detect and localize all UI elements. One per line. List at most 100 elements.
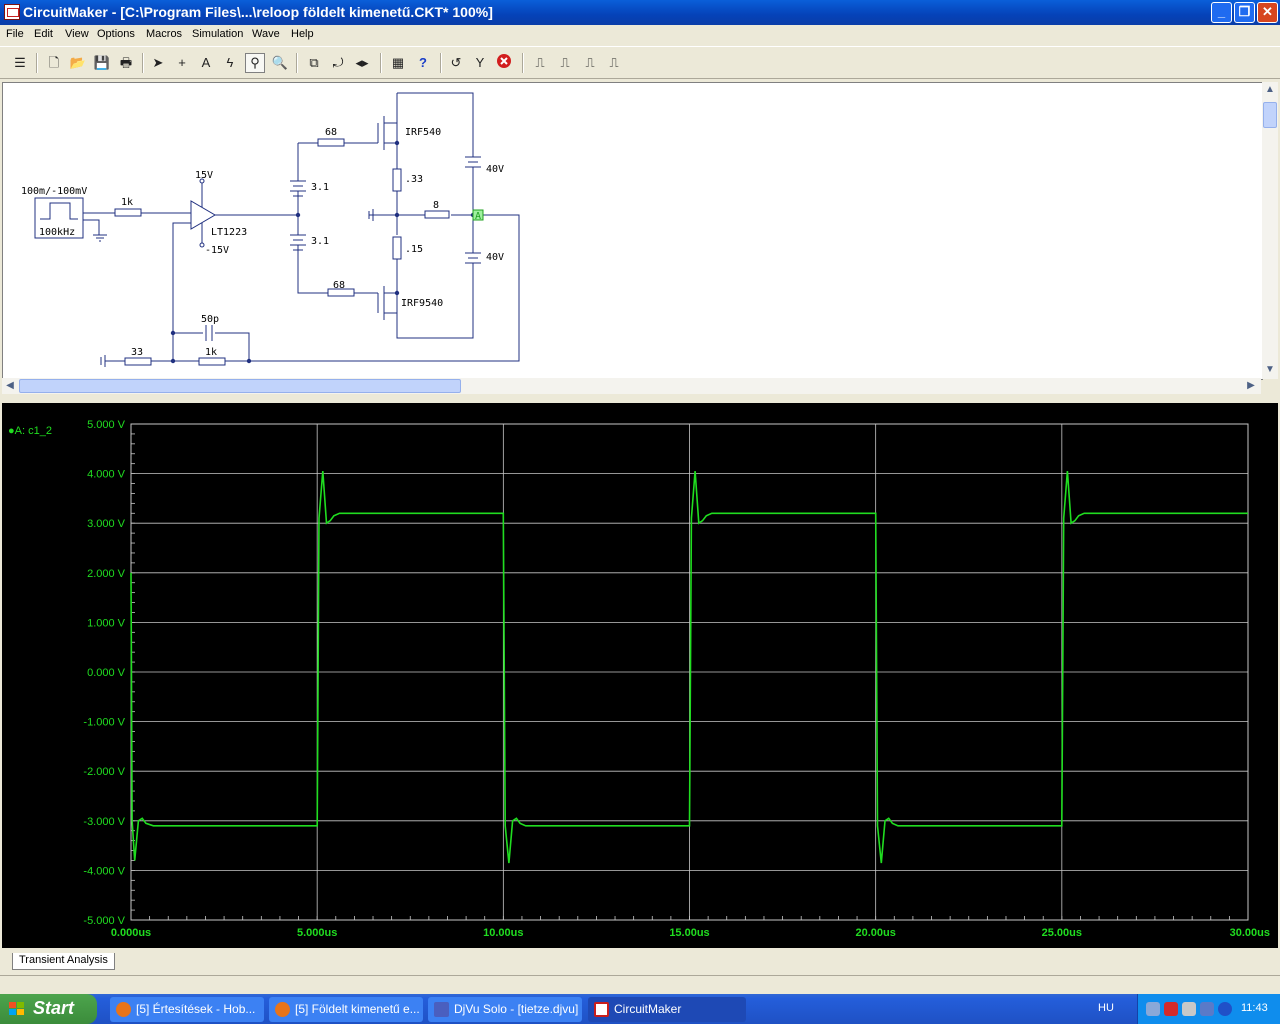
mirror-icon[interactable]: ◂▸ (352, 53, 372, 73)
waveform-window[interactable]: ●A: c1_2 5.000 V 4.000 V 3.000 V 2.000 V 1.0… (2, 403, 1278, 948)
menu-wave[interactable]: Wave (252, 28, 280, 40)
r-in-label: 1k (121, 197, 133, 208)
status-bar (0, 975, 1280, 995)
menu-macros[interactable]: Macros (146, 28, 182, 40)
bluetooth-icon[interactable] (1218, 1002, 1232, 1016)
mosfet-top-label: IRF540 (405, 127, 441, 138)
zoom-window-icon[interactable]: ⧉ (304, 53, 324, 73)
wire-tool-icon[interactable]: + (172, 53, 192, 73)
horizontal-scrollbar[interactable]: ◀ ▶ (2, 378, 1261, 394)
language-indicator[interactable]: HU (1098, 1002, 1114, 1014)
waveform-split-icon[interactable]: ⎍ (604, 53, 624, 73)
toolbar-separator (36, 53, 38, 73)
clock: 11:43 (1241, 1002, 1268, 1014)
print-icon[interactable]: 🖶 (116, 53, 136, 73)
text-tool-icon[interactable]: A (196, 53, 216, 73)
x-tick-label: 25.00us (1042, 927, 1082, 939)
lightning-icon[interactable]: ϟ (220, 53, 240, 73)
opamp-label: LT1223 (211, 227, 247, 238)
resistor-gate-top (317, 138, 345, 147)
r-gnd-label: 33 (131, 347, 143, 358)
start-button[interactable]: Start (0, 994, 97, 1024)
supply-bot-label: 40V (486, 252, 504, 263)
network-icon[interactable] (1146, 1002, 1160, 1016)
probe-tool-icon[interactable]: ⚲ (245, 53, 265, 73)
supply-bottom (465, 252, 481, 264)
menu-help[interactable]: Help (291, 28, 314, 40)
new-file-icon[interactable]: 🗋 (44, 53, 64, 73)
vneg-label: -15V (205, 245, 229, 256)
scroll-right-icon[interactable]: ▶ (1243, 378, 1259, 394)
bat-bot-label: 3.1 (311, 236, 329, 247)
menu-file[interactable]: File (6, 28, 24, 40)
title-bar: CircuitMaker - [C:\Program Files\...\rel… (0, 0, 1280, 25)
y-tick-label: 4.000 V (87, 469, 126, 481)
y-tick-label: 5.000 V (87, 419, 126, 431)
waveform-multi-icon[interactable]: ⎍ (580, 53, 600, 73)
open-folder-icon[interactable]: 📂 (68, 53, 88, 73)
tab-transient-analysis[interactable]: Transient Analysis (12, 953, 115, 970)
save-disk-icon[interactable]: 💾 (92, 53, 112, 73)
resistor-load (424, 210, 450, 219)
schematic-canvas[interactable]: 100m/-100mV 100kHz 1k 15V -15V LT1223 68… (2, 82, 1263, 380)
probe-y-icon[interactable]: Y (470, 53, 490, 73)
stop-icon[interactable] (494, 53, 514, 73)
vpos-label: 15V (195, 170, 213, 181)
menu-view[interactable]: View (65, 28, 89, 40)
minimize-button[interactable]: _ (1211, 2, 1232, 23)
wire (125, 332, 249, 362)
resistor-fb (198, 357, 226, 366)
firefox-icon (116, 1002, 131, 1017)
analysis-setup-icon[interactable]: ⎍ (530, 53, 550, 73)
reset-icon[interactable]: ↺ (446, 53, 466, 73)
netlist-icon[interactable]: ▦ (388, 53, 408, 73)
scroll-left-icon[interactable]: ◀ (2, 378, 18, 394)
tray-app-icon[interactable] (1200, 1002, 1214, 1016)
app-icon[interactable] (4, 4, 20, 20)
x-tick-label: 5.000us (297, 927, 337, 939)
window-title: CircuitMaker - [C:\Program Files\...\rel… (23, 4, 493, 20)
zoom-icon[interactable]: 🔍 (270, 53, 290, 73)
security-shield-icon[interactable] (1164, 1002, 1178, 1016)
menu-simulation[interactable]: Simulation (192, 28, 243, 40)
volume-icon[interactable] (1182, 1002, 1196, 1016)
help-icon[interactable]: ? (413, 53, 433, 73)
close-button[interactable]: ✕ (1257, 2, 1278, 23)
probe-label: A (475, 211, 481, 222)
scroll-up-icon[interactable]: ▲ (1262, 82, 1278, 98)
vertical-scrollbar[interactable]: ▲ ▼ (1262, 82, 1278, 379)
waveform-icon[interactable]: ⎍ (555, 53, 575, 73)
parts-bin-icon[interactable]: ☰ (10, 53, 30, 73)
taskbar-button-firefox-1[interactable]: [5] Értesítések - Hob... (110, 997, 264, 1022)
wire (172, 222, 250, 362)
menu-options[interactable]: Options (97, 28, 135, 40)
arrow-tool-icon[interactable]: ➤ (148, 53, 168, 73)
y-tick-label: 3.000 V (87, 518, 126, 530)
firefox-icon (275, 1002, 290, 1017)
vertical-scroll-thumb[interactable] (1263, 102, 1277, 128)
wire (297, 142, 378, 294)
y-tick-label: -2.000 V (83, 766, 125, 778)
mosfet-bot-label: IRF9540 (401, 298, 443, 309)
y-tick-label: 1.000 V (87, 617, 126, 629)
toolbar-separator (440, 53, 442, 73)
supply-top (465, 156, 481, 168)
supply-top-label: 40V (486, 164, 504, 175)
y-tick-label: -5.000 V (83, 915, 125, 927)
r-fb-label: 1k (205, 347, 217, 358)
toolbar-separator (142, 53, 144, 73)
taskbar-button-djvu[interactable]: DjVu Solo - [tietze.djvu] (428, 997, 582, 1022)
toolbar-separator (296, 53, 298, 73)
restore-button[interactable]: ❐ (1234, 2, 1255, 23)
taskbar-button-circuitmaker[interactable]: CircuitMaker (588, 997, 746, 1022)
resistor-src-bot (392, 236, 402, 260)
scroll-down-icon[interactable]: ▼ (1262, 362, 1278, 378)
wire (249, 169, 520, 362)
rotate-icon[interactable]: ⤾ (328, 53, 348, 73)
waveform-plot: 5.000 V 4.000 V 3.000 V 2.000 V 1.000 V 0.000… (83, 419, 1270, 939)
taskbar-button-firefox-2[interactable]: [5] Földelt kimenetű e... (269, 997, 423, 1022)
horizontal-scroll-thumb[interactable] (19, 379, 461, 393)
taskbar-button-label: [5] Értesítések - Hob... (136, 1002, 256, 1016)
source-amplitude-label: 100m/-100mV (21, 186, 87, 197)
menu-edit[interactable]: Edit (34, 28, 53, 40)
